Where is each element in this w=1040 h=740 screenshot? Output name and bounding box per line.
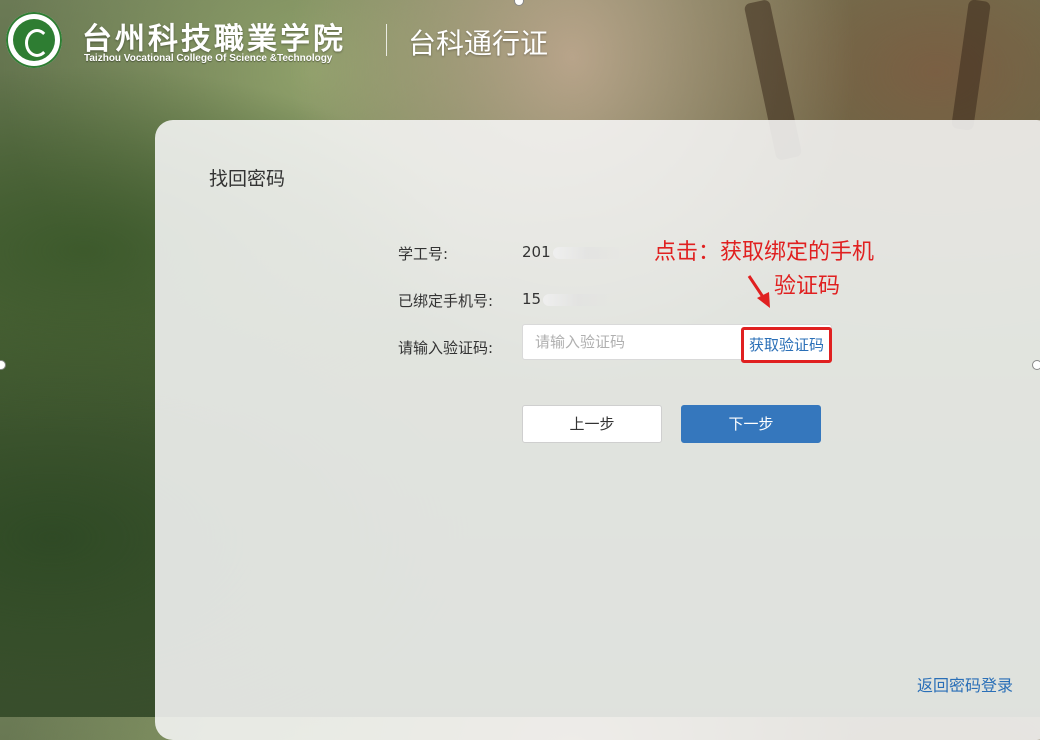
redaction-blur — [543, 293, 614, 306]
password-recovery-panel: 找回密码 学工号: 201 已绑定手机号: 15 请输入验证码: 获取验证码 上… — [155, 120, 1040, 740]
annotation-text-line1: 点击：获取绑定的手机 — [654, 240, 875, 265]
previous-step-button[interactable]: 上一步 — [522, 405, 662, 443]
verification-code-label: 请输入验证码: — [398, 339, 494, 357]
site-header: 台州科技職業学院 Taizhou Vocational College Of S… — [0, 0, 1040, 80]
page-title: 找回密码 — [209, 168, 286, 190]
student-id-label: 学工号: — [398, 245, 449, 263]
phone-label: 已绑定手机号: — [398, 292, 494, 310]
school-name: 台州科技職業学院 — [82, 22, 346, 57]
school-name-english: Taizhou Vocational College Of Science &T… — [84, 53, 333, 64]
header-divider — [386, 24, 387, 56]
get-verification-code-button[interactable]: 获取验证码 — [741, 327, 833, 363]
selection-handle[interactable] — [1032, 360, 1040, 370]
school-logo-icon — [6, 12, 62, 68]
student-id-value: 201 — [522, 243, 623, 261]
app-name: 台科通行证 — [408, 27, 549, 60]
phone-value: 15 — [522, 290, 614, 308]
back-to-password-login-link[interactable]: 返回密码登录 — [917, 672, 1013, 696]
annotation-text-line2: 验证码 — [774, 274, 841, 299]
red-arrow-icon — [747, 275, 770, 308]
redaction-blur — [552, 246, 623, 259]
selection-handle[interactable] — [0, 360, 6, 370]
next-step-button[interactable]: 下一步 — [681, 405, 821, 443]
